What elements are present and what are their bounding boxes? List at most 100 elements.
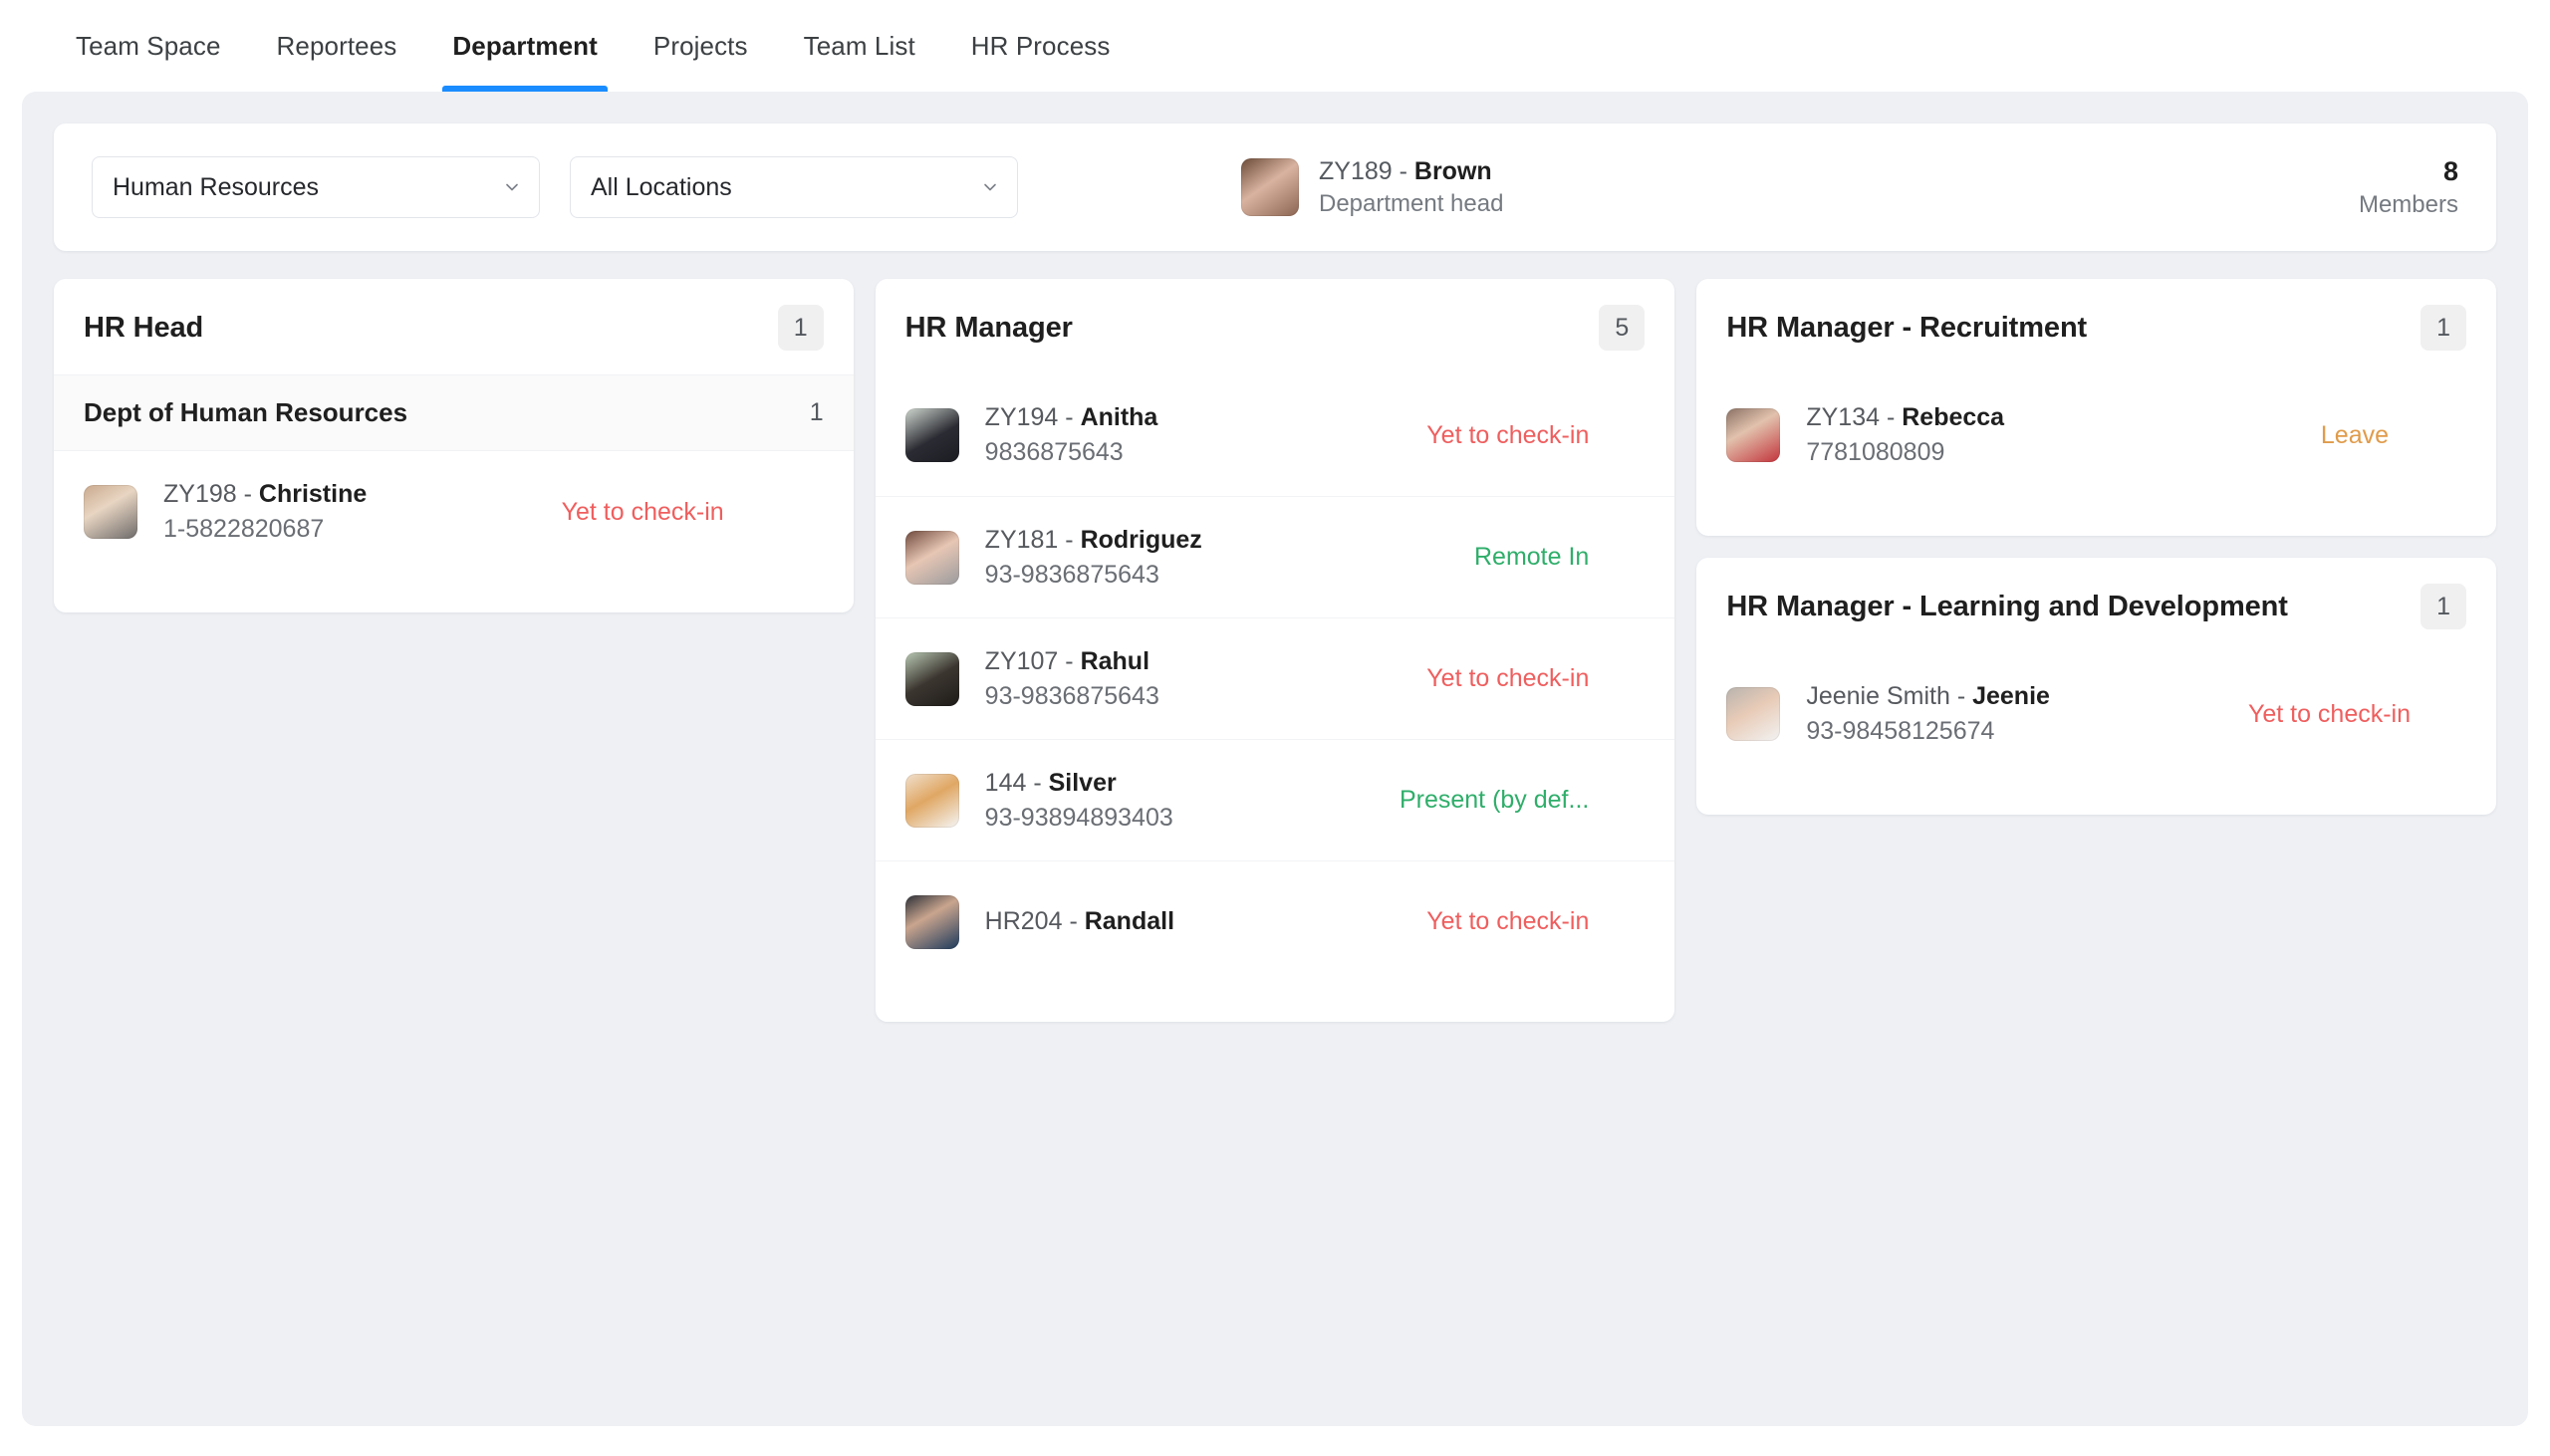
card-title: HR Head [84, 311, 204, 344]
tab-hr-process[interactable]: HR Process [943, 0, 1139, 92]
location-select[interactable]: All Locations [570, 156, 1018, 218]
status-badge: Present (by def... [1399, 786, 1590, 814]
filter-bar: Human Resources All Locations ZY189 - Br… [54, 123, 2496, 251]
department-head-summary[interactable]: ZY189 - Brown Department head [1241, 157, 1503, 218]
department-head-role: Department head [1319, 189, 1504, 217]
member-display-name: Silver [1048, 768, 1117, 797]
name-separator: - [1058, 403, 1081, 431]
member-row[interactable]: Jeenie Smith - Jeenie 93-98458125674 Yet… [1696, 653, 2496, 775]
card-title: HR Manager [904, 311, 1073, 344]
member-id: ZY134 [1806, 403, 1881, 431]
member-phone: 93-9836875643 [984, 681, 1159, 710]
column-hr-manager-specialisations: HR Manager - Recruitment 1 ZY134 - Rebec… [1696, 279, 2497, 815]
card-count-badge: 5 [1599, 305, 1646, 351]
member-row[interactable]: ZY194 - Anitha 9836875643 Yet to check-i… [876, 374, 1675, 496]
card-count-badge: 1 [2421, 584, 2467, 629]
member-id: 144 [984, 768, 1027, 797]
member-row[interactable]: ZY107 - Rahul 93-9836875643 Yet to check… [875, 617, 1675, 739]
department-subrow-label: Dept of Human Resources [84, 397, 408, 427]
members-label: Members [2358, 190, 2458, 218]
role-card-hr-manager: HR Manager 5 ZY194 - Anitha 9836875643 Y… [875, 279, 1675, 1022]
tab-label: Department [452, 30, 598, 61]
department-select[interactable]: Human Resources [92, 156, 540, 218]
avatar [904, 530, 959, 585]
member-id: ZY198 [163, 480, 237, 508]
status-badge: Remote In [1474, 543, 1590, 571]
member-display-name: Anitha [1080, 403, 1158, 431]
member-id: ZY181 [984, 525, 1059, 554]
tab-department[interactable]: Department [424, 0, 625, 92]
member-row[interactable]: ZY198 - Christine 1-5822820687 Yet to ch… [54, 451, 854, 573]
department-select-value: Human Resources [113, 172, 320, 201]
role-columns: HR Head 1 Dept of Human Resources 1 ZY19… [54, 279, 2497, 1022]
member-display-name: Randall [1084, 907, 1175, 935]
avatar [1726, 408, 1781, 462]
member-name: ZY194 - Anitha [985, 403, 1158, 432]
members-summary: 8 Members [2359, 156, 2458, 219]
tab-team-list[interactable]: Team List [776, 0, 943, 92]
member-phone: 1-5822820687 [163, 515, 325, 543]
member-name: ZY198 - Christine [163, 480, 367, 509]
member-row[interactable]: 144 - Silver 93-93894893403 Present (by … [875, 739, 1675, 860]
member-display-name: Rebecca [1902, 403, 2005, 431]
member-name: ZY134 - Rebecca [1806, 403, 2004, 432]
status-badge: Yet to check-in [2247, 699, 2412, 728]
member-row[interactable]: HR204 - Randall Yet to check-in [875, 860, 1675, 982]
name-separator: - [1949, 682, 1973, 710]
member-name: Jeenie Smith - Jeenie [1806, 682, 2050, 711]
member-row[interactable]: ZY134 - Rebecca 7781080809 Leave [1696, 374, 2496, 496]
main-tab-bar: Team Space Reportees Department Projects… [0, 0, 2550, 92]
avatar [1726, 687, 1781, 741]
member-phone: 93-9836875643 [984, 560, 1159, 589]
member-name: 144 - Silver [985, 769, 1173, 798]
card-header: HR Head 1 [54, 279, 854, 374]
name-separator: - [1062, 907, 1085, 935]
member-id: ZY107 [984, 646, 1059, 675]
member-id: ZY194 [984, 403, 1059, 431]
tab-label: Reportees [276, 30, 397, 61]
card-header: HR Manager 5 [876, 279, 1675, 374]
location-select-value: All Locations [591, 172, 732, 201]
name-separator: - [1058, 646, 1081, 675]
avatar [84, 485, 137, 539]
department-head-id: ZY189 [1319, 156, 1393, 185]
tab-label: Team Space [76, 30, 221, 61]
card-bottom-padding [876, 982, 1675, 1022]
tab-reportees[interactable]: Reportees [249, 0, 425, 92]
avatar [904, 894, 959, 949]
status-badge: Yet to check-in [561, 497, 724, 526]
card-header: HR Manager - Learning and Development 1 [1696, 558, 2496, 653]
member-display-name: Rodriguez [1080, 525, 1202, 554]
card-count-badge: 1 [777, 305, 824, 351]
column-hr-head: HR Head 1 Dept of Human Resources 1 ZY19… [54, 279, 854, 612]
card-bottom-padding [1696, 496, 2496, 536]
avatar [904, 773, 959, 828]
department-head-name: ZY189 - Brown [1319, 157, 1503, 186]
avatar [904, 651, 959, 706]
member-display-name: Christine [258, 480, 368, 508]
name-separator: - [1392, 156, 1414, 185]
member-phone: 7781080809 [1806, 438, 1945, 466]
role-card-hr-manager-learning-and-development: HR Manager - Learning and Development 1 … [1696, 558, 2497, 815]
tab-label: HR Process [970, 30, 1111, 61]
member-name: ZY107 - Rahul [985, 647, 1159, 676]
card-bottom-padding [54, 573, 854, 612]
column-hr-manager: HR Manager 5 ZY194 - Anitha 9836875643 Y… [875, 279, 1675, 1022]
tab-team-space[interactable]: Team Space [48, 0, 249, 92]
application-window: Team Space Reportees Department Projects… [0, 0, 2550, 1456]
avatar [1241, 158, 1299, 216]
status-badge: Yet to check-in [1426, 907, 1590, 935]
status-badge: Yet to check-in [1426, 664, 1590, 692]
status-badge: Yet to check-in [1426, 420, 1590, 449]
department-subrow[interactable]: Dept of Human Resources 1 [54, 374, 854, 451]
member-row[interactable]: ZY181 - Rodriguez 93-9836875643 Remote I… [875, 496, 1675, 617]
member-display-name: Jeenie [1972, 682, 2050, 710]
card-title: HR Manager - Learning and Development [1726, 590, 2288, 622]
tab-projects[interactable]: Projects [626, 0, 776, 92]
name-separator: - [1880, 403, 1903, 431]
card-title: HR Manager - Recruitment [1726, 311, 2088, 344]
name-separator: - [236, 480, 259, 508]
member-name: HR204 - Randall [985, 907, 1174, 936]
chevron-down-icon [981, 178, 999, 196]
member-phone: 93-98458125674 [1806, 717, 1995, 745]
